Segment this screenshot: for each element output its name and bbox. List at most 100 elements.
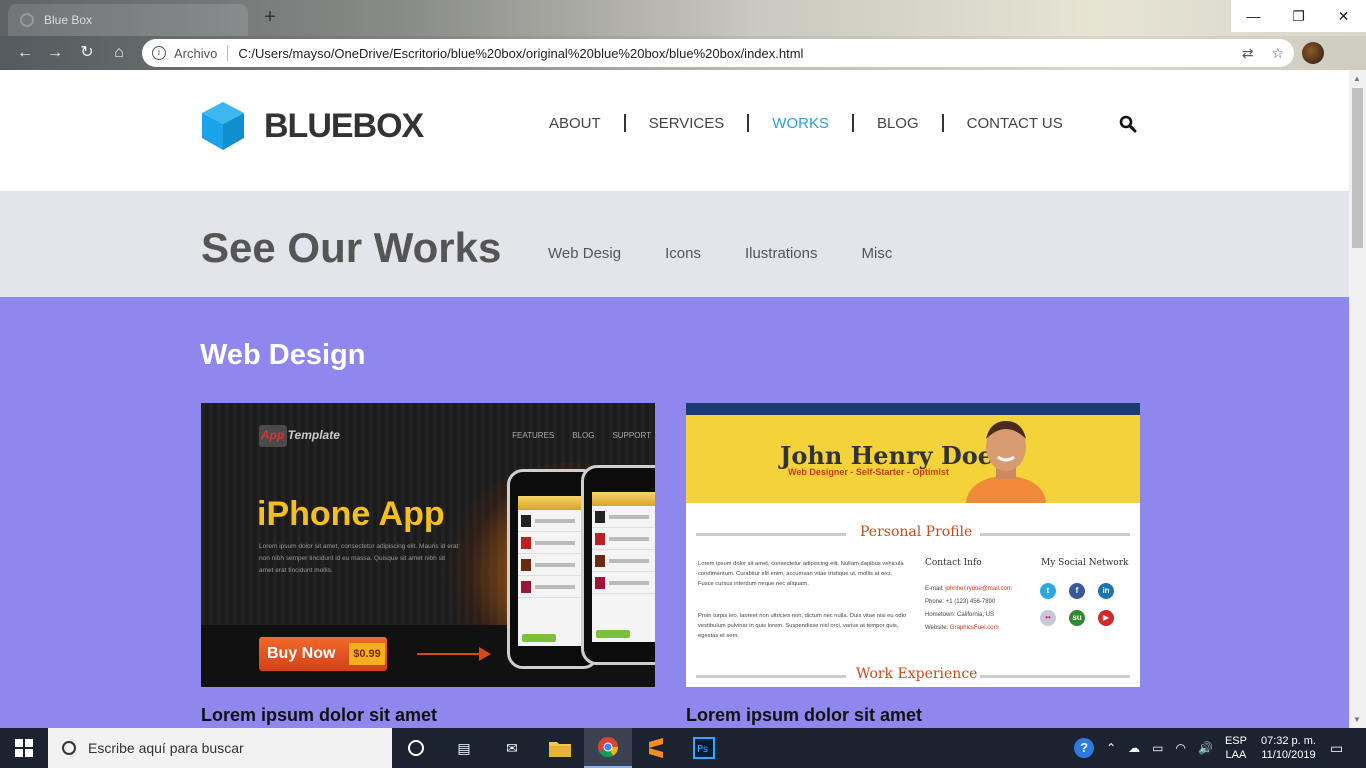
reload-icon[interactable]: ↻ [76,43,98,65]
resume-rule [696,675,846,678]
nav-about[interactable]: ABOUT [549,115,601,132]
lang-top: ESP [1224,735,1247,747]
thumb-headline: iPhone App [257,495,445,533]
volume-icon[interactable]: 🔊 [1198,741,1213,755]
resume-section-profile: Personal Profile [860,524,973,540]
cortana-circle-icon [408,740,424,756]
facebook-icon: f [1069,583,1085,599]
task-view-icon[interactable]: ▤ [440,728,488,768]
resume-section-experience: Work Experience [856,666,978,682]
maximize-button[interactable]: ❐ [1276,0,1321,32]
address-url[interactable]: C:/Users/mayso/OneDrive/Escritorio/blue%… [238,46,803,61]
tab-favicon-icon [20,13,34,27]
help-icon[interactable]: ? [1074,738,1095,758]
person-photo-icon [966,421,1046,503]
start-button[interactable] [0,728,48,768]
phone-screen [518,496,588,646]
svg-text:Ps: Ps [697,744,708,755]
address-bar[interactable]: i Archivo C:/Users/mayso/OneDrive/Escrit… [142,39,1294,67]
forward-icon[interactable]: → [44,43,66,65]
portfolio-card[interactable]: John Henry Doe Web Designer - Self-Start… [686,403,1140,726]
row-text [535,540,575,545]
resume-website-label: Website: [925,625,949,631]
works-header: See Our Works Web Desig Icons Ilustratio… [0,191,1349,297]
filter-misc[interactable]: Misc [862,245,893,262]
resume-email-link: johnhenrydoe@mail.com [945,586,1012,592]
site-logo[interactable]: BLUEBOX [202,102,424,150]
scrollbar-thumb[interactable] [1352,88,1363,248]
address-scheme: Archivo [174,45,218,61]
linkedin-icon: in [1098,583,1114,599]
nav-divider [623,114,626,132]
info-icon[interactable]: i [152,46,166,60]
mail-icon[interactable]: ✉ [488,728,536,768]
minimize-button[interactable]: — [1231,0,1276,32]
home-icon[interactable]: ⌂ [108,43,130,65]
app-template-logo: App Template [261,428,340,442]
star-icon[interactable]: ☆ [1271,45,1284,62]
works-filters: Web Desig Icons Ilustrations Misc [548,245,892,262]
page-scrollbar[interactable]: ▲ ▼ [1349,70,1366,728]
portfolio-card[interactable]: App Template FEATURES BLOG SUPPORT iPhon… [201,403,655,726]
phone-row [518,510,588,532]
bluebox-cube-icon [202,102,244,150]
back-icon[interactable]: ← [14,43,36,65]
nav-contact[interactable]: CONTACT US [967,115,1063,132]
row-text [609,514,649,519]
portfolio-thumbnail-resume[interactable]: John Henry Doe Web Designer - Self-Start… [686,403,1140,687]
scroll-down-icon[interactable]: ▼ [1353,715,1361,724]
phone-screen-bar [518,496,588,510]
twitter-icon: t [1040,583,1056,599]
clock[interactable]: 07:32 p. m. 11/10/2019 [1261,734,1316,762]
chrome-logo-icon [598,737,619,758]
browser-titlebar: Blue Box + — ❐ ✕ [0,0,1366,36]
photoshop-icon[interactable]: Ps [680,728,728,768]
nav-services[interactable]: SERVICES [649,115,725,132]
scroll-up-icon[interactable]: ▲ [1353,74,1361,83]
translate-icon[interactable]: ⇄ [1242,45,1254,62]
cortana-icon[interactable] [392,728,440,768]
resume-phone: Phone: +1 (123) 456-7890 [925,599,996,605]
nav-blog[interactable]: BLOG [877,115,919,132]
card-caption[interactable]: Lorem ipsum dolor sit amet [686,705,1140,726]
page-viewport: BLUEBOX ABOUT SERVICES WORKS BLOG CONTAC… [0,70,1349,728]
sublime-icon[interactable] [632,728,680,768]
resume-profile-text: Lorem ipsum dolor sit amet, consectetur … [698,561,904,587]
browser-tab[interactable]: Blue Box [8,4,248,36]
phone-row [592,572,655,594]
arrow-icon [417,647,491,661]
battery-icon[interactable]: ▭ [1152,741,1163,755]
filter-web-design[interactable]: Web Desig [548,245,621,262]
resume-topline [686,403,1140,415]
windows-logo-icon [15,739,33,757]
phone-screen [592,492,655,642]
resume-rule [980,675,1130,678]
new-tab-button[interactable]: + [258,6,282,30]
filter-ilustrations[interactable]: Ilustrations [745,245,818,262]
row-swatch [595,554,605,567]
profile-avatar[interactable] [1302,42,1324,64]
chrome-icon[interactable] [584,728,632,768]
notification-icon[interactable]: ▭ [1330,740,1358,757]
search-icon[interactable] [1119,115,1137,133]
wifi-icon[interactable]: ◠ [1176,741,1186,755]
file-explorer-icon[interactable] [536,728,584,768]
taskbar-search[interactable]: Escribe aquí para buscar [48,728,392,768]
row-swatch [595,510,605,523]
card-caption[interactable]: Lorem ipsum dolor sit amet [201,705,655,726]
main-nav: ABOUT SERVICES WORKS BLOG CONTACT US [549,114,1063,132]
resume-email-label: E-mail: [925,586,944,592]
stumbleupon-icon: su [1069,610,1085,626]
nav-works[interactable]: WORKS [772,115,829,132]
row-swatch [595,532,605,545]
phone-front [581,465,655,665]
portfolio-thumbnail-iphone-app[interactable]: App Template FEATURES BLOG SUPPORT iPhon… [201,403,655,687]
browser-toolbar: ← → ↻ ⌂ i Archivo C:/Users/mayso/OneDriv… [0,36,1366,70]
taskbar-search-placeholder: Escribe aquí para buscar [88,740,244,756]
dropbox-icon[interactable]: ☁ [1128,741,1140,755]
language-indicator[interactable]: ESP LAA [1225,734,1247,762]
chevron-up-icon[interactable]: ⌃ [1106,741,1116,755]
row-swatch [521,514,531,527]
close-button[interactable]: ✕ [1321,0,1366,32]
filter-icons[interactable]: Icons [665,245,701,262]
